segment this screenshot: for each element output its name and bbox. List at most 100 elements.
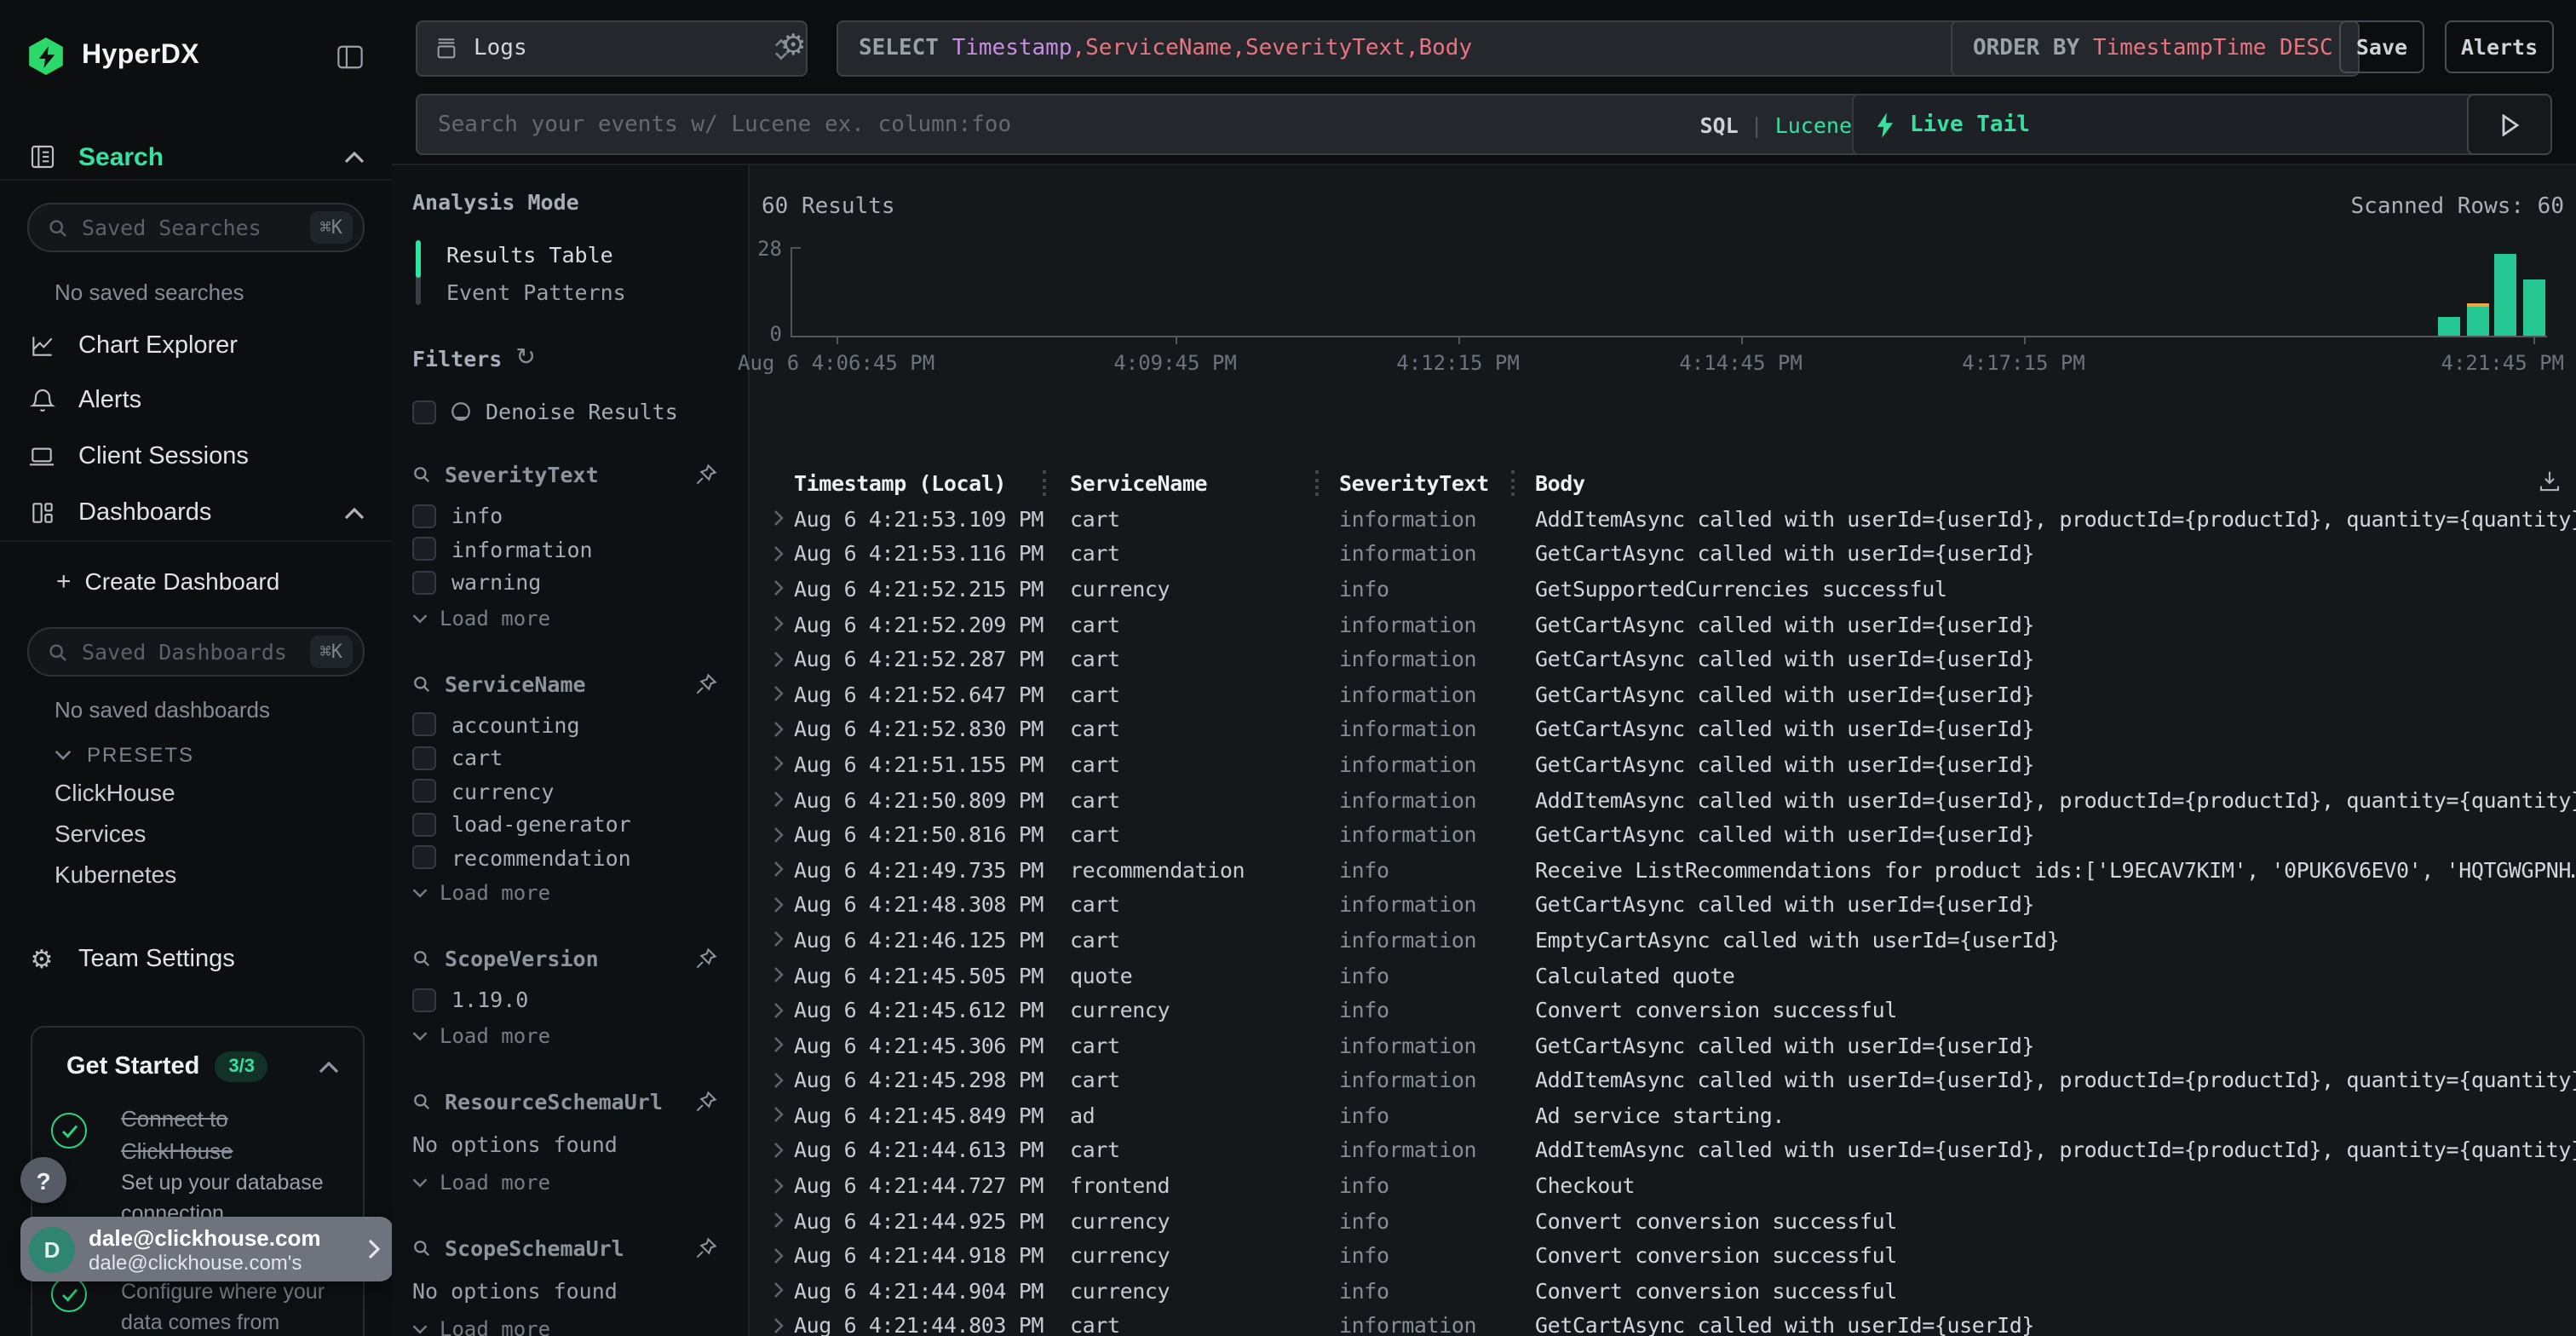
filter-option[interactable]: load-generator — [412, 808, 724, 841]
log-row[interactable]: Aug 6 4:21:44.925 PM currency info Conve… — [763, 1203, 2576, 1238]
histogram-bar[interactable] — [2466, 308, 2488, 336]
log-row[interactable]: Aug 6 4:21:50.816 PM cart information Ge… — [763, 817, 2576, 852]
log-row[interactable]: Aug 6 4:21:48.308 PM cart information Ge… — [763, 887, 2576, 922]
filter-option-checkbox[interactable] — [412, 746, 436, 770]
filter-option[interactable]: cart — [412, 741, 724, 775]
filter-option[interactable]: information — [412, 533, 724, 566]
expand-row-chevron-icon[interactable] — [763, 861, 794, 878]
language-sql-toggle[interactable]: SQL — [1699, 112, 1738, 137]
create-dashboard-button[interactable]: + Create Dashboard — [0, 566, 392, 596]
log-row[interactable]: Aug 6 4:21:44.613 PM cart information Ad… — [763, 1132, 2576, 1167]
pin-icon[interactable] — [695, 1090, 717, 1112]
expand-row-chevron-icon[interactable] — [763, 510, 794, 527]
collapse-sidebar-icon[interactable] — [336, 43, 365, 69]
filter-option[interactable]: currency — [412, 775, 724, 808]
run-query-button[interactable] — [2467, 94, 2552, 155]
log-row[interactable]: Aug 6 4:21:51.155 PM cart information Ge… — [763, 746, 2576, 781]
load-more-button[interactable]: Load more — [412, 1313, 724, 1336]
results-histogram[interactable]: 28 0 Aug 6 4:06:45 PM4:09:45 PM4:12:15 P… — [791, 247, 2547, 336]
expand-row-chevron-icon[interactable] — [763, 1072, 794, 1089]
expand-row-chevron-icon[interactable] — [763, 721, 794, 738]
histogram-bar[interactable] — [2494, 253, 2516, 336]
sidebar-item-team-settings[interactable]: ⚙ Team Settings — [0, 937, 392, 982]
gear-icon[interactable]: ⚙ — [780, 32, 807, 61]
get-started-step2-subtitle[interactable]: Configure where your data comes from — [121, 1276, 363, 1336]
event-search-input[interactable]: Search your events w/ Lucene ex. column:… — [416, 94, 1871, 155]
mode-results-table[interactable]: Results Table — [431, 235, 724, 273]
log-row[interactable]: Aug 6 4:21:50.809 PM cart information Ad… — [763, 782, 2576, 817]
log-row[interactable]: Aug 6 4:21:45.505 PM quote info Calculat… — [763, 957, 2576, 992]
load-more-button[interactable]: Load more — [412, 602, 724, 633]
log-row[interactable]: Aug 6 4:21:52.287 PM cart information Ge… — [763, 642, 2576, 677]
live-tail-button[interactable]: Live Tail — [1852, 94, 2491, 155]
log-row[interactable]: Aug 6 4:21:45.612 PM currency info Conve… — [763, 993, 2576, 1028]
filter-option-checkbox[interactable] — [412, 813, 436, 837]
save-button[interactable]: Save — [2339, 20, 2424, 73]
presets-toggle[interactable]: PRESETS — [0, 740, 392, 770]
log-row[interactable]: Aug 6 4:21:53.109 PM cart information Ad… — [763, 501, 2576, 536]
expand-row-chevron-icon[interactable] — [763, 1282, 794, 1299]
filter-option-checkbox[interactable] — [412, 713, 436, 737]
chevron-up-icon[interactable] — [319, 1061, 339, 1073]
expand-row-chevron-icon[interactable] — [763, 966, 794, 983]
filter-option[interactable]: accounting — [412, 708, 724, 741]
expand-row-chevron-icon[interactable] — [763, 580, 794, 597]
expand-row-chevron-icon[interactable] — [763, 650, 794, 667]
load-more-button[interactable]: Load more — [412, 1020, 724, 1051]
log-row[interactable]: Aug 6 4:21:44.803 PM cart information Ge… — [763, 1308, 2576, 1336]
filter-option-checkbox[interactable] — [412, 504, 436, 528]
denoise-results-row[interactable]: Denoise Results — [412, 399, 724, 424]
alerts-button[interactable]: Alerts — [2445, 20, 2554, 73]
filter-option-checkbox[interactable] — [412, 846, 436, 870]
filter-option-checkbox[interactable] — [412, 538, 436, 561]
log-row[interactable]: Aug 6 4:21:52.647 PM cart information Ge… — [763, 677, 2576, 711]
expand-row-chevron-icon[interactable] — [763, 931, 794, 948]
sidebar-item-chart-explorer[interactable]: Chart Explorer — [0, 324, 392, 368]
refresh-filters-icon[interactable]: ↻ — [515, 344, 535, 371]
log-row[interactable]: Aug 6 4:21:52.209 PM cart information Ge… — [763, 607, 2576, 642]
expand-row-chevron-icon[interactable] — [763, 545, 794, 562]
expand-row-chevron-icon[interactable] — [763, 1212, 794, 1229]
log-row[interactable]: Aug 6 4:21:45.849 PM ad info Ad service … — [763, 1097, 2576, 1132]
filter-option-checkbox[interactable] — [412, 780, 436, 803]
order-by-input[interactable]: ORDER BY TimestampTime DESC — [1951, 20, 2360, 77]
saved-searches-input[interactable]: Saved Searches ⌘K — [27, 203, 365, 252]
pin-icon[interactable] — [695, 464, 717, 486]
log-row[interactable]: Aug 6 4:21:44.904 PM currency info Conve… — [763, 1273, 2576, 1308]
filter-option[interactable]: warning — [412, 566, 724, 599]
source-select[interactable]: Logs — [416, 20, 808, 77]
expand-row-chevron-icon[interactable] — [763, 791, 794, 808]
user-menu-popup[interactable]: D dale@clickhouse.com dale@clickhouse.co… — [20, 1217, 394, 1281]
help-button[interactable]: ? — [20, 1157, 66, 1203]
expand-row-chevron-icon[interactable] — [763, 1177, 794, 1194]
load-more-button[interactable]: Load more — [412, 1166, 724, 1197]
language-lucene-toggle[interactable]: Lucene — [1775, 112, 1852, 137]
log-row[interactable]: Aug 6 4:21:52.830 PM cart information Ge… — [763, 711, 2576, 746]
preset-clickhouse[interactable]: ClickHouse — [55, 779, 175, 806]
expand-row-chevron-icon[interactable] — [763, 1107, 794, 1124]
filter-option[interactable]: info — [412, 499, 724, 533]
log-row[interactable]: Aug 6 4:21:44.918 PM currency info Conve… — [763, 1238, 2576, 1273]
expand-row-chevron-icon[interactable] — [763, 1247, 794, 1264]
log-row[interactable]: Aug 6 4:21:46.125 PM cart information Em… — [763, 922, 2576, 957]
filter-option[interactable]: recommendation — [412, 841, 724, 874]
expand-row-chevron-icon[interactable] — [763, 896, 794, 913]
mode-event-patterns[interactable]: Event Patterns — [431, 273, 724, 310]
get-started-step1-title[interactable]: Connect to ClickHouse — [121, 1103, 278, 1167]
pin-icon[interactable] — [695, 947, 717, 970]
expand-row-chevron-icon[interactable] — [763, 1036, 794, 1053]
sidebar-item-alerts[interactable]: Alerts — [0, 378, 392, 423]
pin-icon[interactable] — [695, 672, 717, 694]
pin-icon[interactable] — [695, 1236, 717, 1258]
load-more-button[interactable]: Load more — [412, 878, 724, 908]
column-header-severitytext[interactable]: SeverityText — [1319, 470, 1515, 496]
histogram-bar[interactable] — [2437, 317, 2459, 336]
log-row[interactable]: Aug 6 4:21:52.215 PM currency info GetSu… — [763, 571, 2576, 606]
filter-option-checkbox[interactable] — [412, 571, 436, 595]
column-header-servicename[interactable]: ServiceName — [1046, 470, 1319, 496]
log-row[interactable]: Aug 6 4:21:45.306 PM cart information Ge… — [763, 1028, 2576, 1062]
log-row[interactable]: Aug 6 4:21:45.298 PM cart information Ad… — [763, 1062, 2576, 1097]
denoise-checkbox[interactable] — [412, 400, 436, 423]
log-row[interactable]: Aug 6 4:21:49.735 PM recommendation info… — [763, 852, 2576, 887]
expand-row-chevron-icon[interactable] — [763, 1317, 794, 1334]
